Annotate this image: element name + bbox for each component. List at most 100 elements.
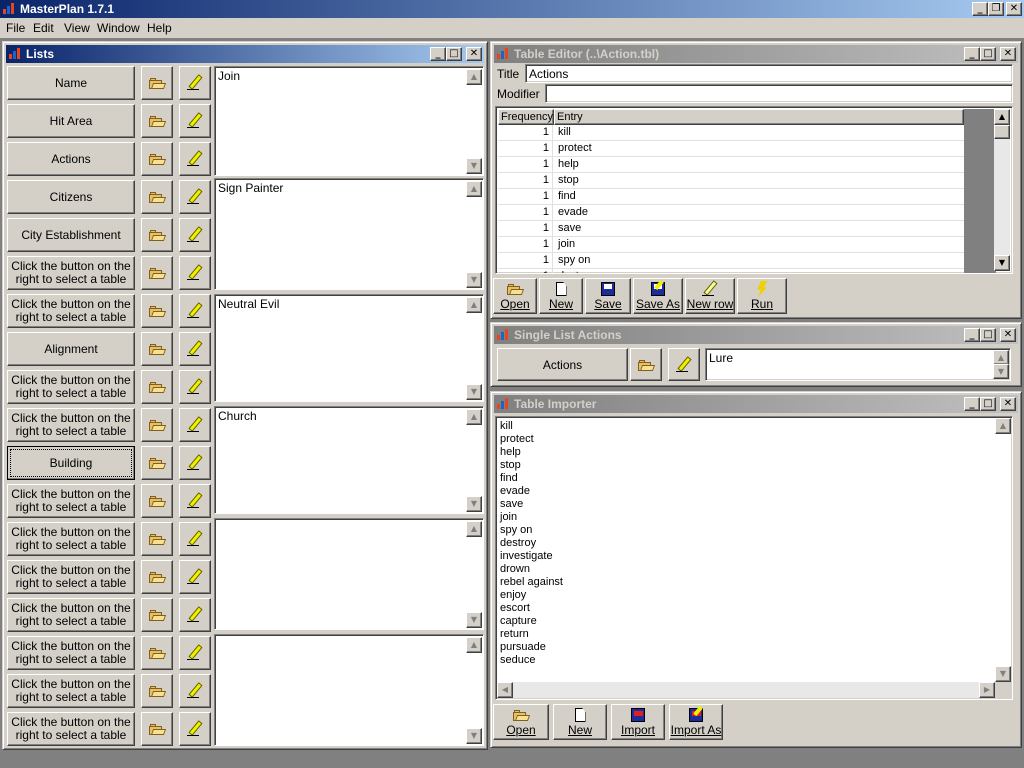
column-header-frequency[interactable]: Frequency (498, 109, 554, 125)
list-select-button[interactable]: Click the button on the right to select … (7, 408, 135, 442)
entry-cell[interactable]: destroy (558, 269, 594, 273)
open-table-button[interactable] (141, 370, 173, 404)
edit-table-button[interactable] (179, 66, 211, 100)
table-row[interactable]: 1 save (498, 221, 964, 237)
list-select-button[interactable]: Click the button on the right to select … (7, 598, 135, 632)
scroll-up-icon[interactable]: ▲ (466, 297, 482, 313)
menu-view[interactable]: View (64, 18, 90, 38)
list-select-button[interactable]: Click the button on the right to select … (7, 560, 135, 594)
scroll-down-icon[interactable]: ▼ (995, 666, 1011, 682)
new-row-button[interactable]: New row (685, 278, 735, 314)
edit-table-button[interactable] (179, 522, 211, 556)
list-select-button[interactable]: Building (7, 446, 135, 480)
frequency-cell[interactable]: 1 (498, 269, 553, 273)
entry-cell[interactable]: find (558, 189, 576, 204)
list-select-button[interactable]: Alignment (7, 332, 135, 366)
entry-cell[interactable]: kill (558, 125, 571, 140)
scroll-down-icon[interactable]: ▼ (994, 255, 1010, 271)
scroll-left-icon[interactable]: ◀ (497, 682, 513, 698)
result-listbox[interactable]: ▲ ▼ (214, 634, 484, 746)
edit-table-button[interactable] (179, 674, 211, 708)
close-icon[interactable]: ✕ (1000, 397, 1016, 411)
edit-table-button[interactable] (179, 180, 211, 214)
column-header-entry[interactable]: Entry (554, 109, 964, 125)
minimize-icon[interactable]: _ (964, 47, 980, 61)
grid-scrollbar[interactable]: ▲ ▼ (994, 109, 1010, 271)
scroll-down-icon[interactable]: ▼ (466, 384, 482, 400)
frequency-cell[interactable]: 1 (498, 221, 553, 237)
open-table-button[interactable] (141, 636, 173, 670)
entry-cell[interactable]: spy on (558, 253, 590, 268)
list-select-button[interactable]: Click the button on the right to select … (7, 636, 135, 670)
open-table-button[interactable] (141, 674, 173, 708)
open-table-button[interactable] (141, 598, 173, 632)
scroll-up-icon[interactable]: ▲ (466, 69, 482, 85)
import-as-button[interactable]: Import As (669, 704, 723, 740)
list-select-button[interactable]: City Establishment (7, 218, 135, 252)
scroll-up-icon[interactable]: ▲ (466, 409, 482, 425)
single-list-edit-button[interactable] (668, 348, 700, 381)
open-table-button[interactable] (141, 256, 173, 290)
table-editor-titlebar[interactable]: Table Editor (..\Action.tbl) _ □ ✕ (494, 45, 1018, 63)
restore-icon[interactable]: ❐ (988, 2, 1004, 16)
scroll-up-icon[interactable]: ▲ (466, 637, 482, 653)
edit-table-button[interactable] (179, 142, 211, 176)
list-select-button[interactable]: Click the button on the right to select … (7, 484, 135, 518)
result-listbox[interactable]: Join ▲ ▼ (214, 66, 484, 176)
run-button[interactable]: Run (737, 278, 787, 314)
scroll-down-icon[interactable]: ▼ (993, 364, 1009, 379)
open-table-button[interactable] (141, 66, 173, 100)
scroll-down-icon[interactable]: ▼ (466, 158, 482, 174)
result-scrollbar[interactable]: ▲ ▼ (466, 409, 482, 512)
result-scrollbar[interactable]: ▲ ▼ (466, 521, 482, 628)
app-titlebar[interactable]: MasterPlan 1.7.1 _ ❐ ✕ (0, 0, 1024, 18)
importer-textarea[interactable]: kill protect help stop find evade save join spy … (495, 416, 1013, 700)
single-list-titlebar[interactable]: Single List Actions _ □ ✕ (494, 326, 1018, 344)
entry-cell[interactable]: evade (558, 205, 588, 220)
maximize-icon[interactable]: □ (980, 328, 996, 342)
list-select-button[interactable]: Click the button on the right to select … (7, 674, 135, 708)
list-select-button[interactable]: Name (7, 66, 135, 100)
maximize-icon[interactable]: □ (980, 47, 996, 61)
result-scrollbar[interactable]: ▲ ▼ (466, 181, 482, 288)
scroll-up-icon[interactable]: ▲ (466, 521, 482, 537)
close-icon[interactable]: ✕ (1000, 328, 1016, 342)
list-select-button[interactable]: Citizens (7, 180, 135, 214)
scroll-up-icon[interactable]: ▲ (993, 350, 1009, 365)
scroll-down-icon[interactable]: ▼ (466, 612, 482, 628)
single-list-open-button[interactable] (630, 348, 662, 381)
import-button[interactable]: Import (611, 704, 665, 740)
edit-table-button[interactable] (179, 712, 211, 746)
scroll-up-icon[interactable]: ▲ (995, 418, 1011, 434)
open-table-button[interactable] (141, 218, 173, 252)
close-icon[interactable]: ✕ (1000, 47, 1016, 61)
minimize-icon[interactable]: _ (430, 47, 446, 61)
entry-cell[interactable]: stop (558, 173, 579, 188)
open-table-button[interactable] (141, 294, 173, 328)
edit-table-button[interactable] (179, 598, 211, 632)
single-list-result[interactable]: Lure ▲ ▼ (705, 348, 1011, 381)
minimize-icon[interactable]: _ (964, 397, 980, 411)
scroll-up-icon[interactable]: ▲ (994, 109, 1010, 125)
open-table-button[interactable] (141, 484, 173, 518)
list-select-button[interactable]: Click the button on the right to select … (7, 370, 135, 404)
result-scrollbar[interactable]: ▲ ▼ (466, 297, 482, 400)
table-row[interactable]: 1 spy on (498, 253, 964, 269)
result-scrollbar[interactable]: ▲ ▼ (466, 637, 482, 744)
edit-table-button[interactable] (179, 218, 211, 252)
entry-cell[interactable]: help (558, 157, 579, 172)
menu-edit[interactable]: Edit (33, 18, 54, 38)
single-list-button[interactable]: Actions (497, 348, 628, 381)
table-row[interactable]: 1 evade (498, 205, 964, 221)
edit-table-button[interactable] (179, 408, 211, 442)
table-importer-titlebar[interactable]: Table Importer _ □ ✕ (494, 395, 1018, 413)
edit-table-button[interactable] (179, 636, 211, 670)
list-select-button[interactable]: Click the button on the right to select … (7, 294, 135, 328)
scroll-right-icon[interactable]: ▶ (979, 682, 995, 698)
table-row[interactable]: 1 help (498, 157, 964, 173)
open-table-button[interactable] (141, 446, 173, 480)
minimize-icon[interactable]: _ (964, 328, 980, 342)
close-icon[interactable]: ✕ (1006, 2, 1022, 16)
importer-open-button[interactable]: Open (493, 704, 549, 740)
frequency-cell[interactable]: 1 (498, 141, 553, 157)
